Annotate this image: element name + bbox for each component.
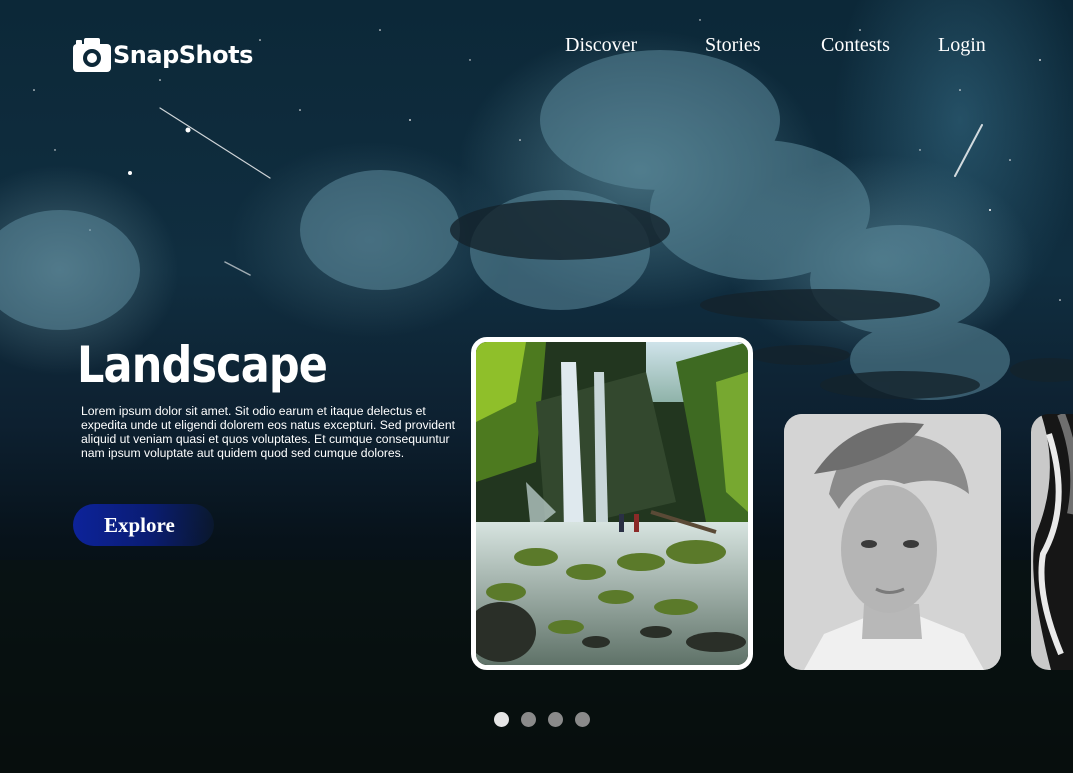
main-nav: Discover Stories Contests Login bbox=[0, 34, 1073, 62]
pagination-dot-4[interactable] bbox=[575, 712, 590, 727]
nav-link-login[interactable]: Login bbox=[938, 34, 986, 57]
hero-section: SnapShots Discover Stories Contests Logi… bbox=[0, 0, 1073, 773]
chrome-abstract-photo bbox=[1031, 414, 1073, 670]
hero-description: Lorem ipsum dolor sit amet. Sit odio ear… bbox=[81, 404, 455, 460]
nav-link-contests[interactable]: Contests bbox=[821, 34, 890, 57]
nav-link-discover[interactable]: Discover bbox=[565, 34, 637, 57]
waterfall-photo bbox=[476, 342, 748, 665]
pagination-dot-3[interactable] bbox=[548, 712, 563, 727]
carousel-card-portrait[interactable] bbox=[784, 414, 1001, 670]
nav-link-stories[interactable]: Stories bbox=[705, 34, 761, 57]
carousel-card-chrome[interactable] bbox=[1031, 414, 1073, 670]
carousel-card-waterfall[interactable] bbox=[471, 337, 753, 670]
carousel-pagination bbox=[494, 712, 590, 727]
hero-title: Landscape bbox=[77, 336, 328, 394]
pagination-dot-2[interactable] bbox=[521, 712, 536, 727]
portrait-photo bbox=[784, 414, 1001, 670]
explore-button[interactable]: Explore bbox=[73, 504, 214, 546]
pagination-dot-1[interactable] bbox=[494, 712, 509, 727]
